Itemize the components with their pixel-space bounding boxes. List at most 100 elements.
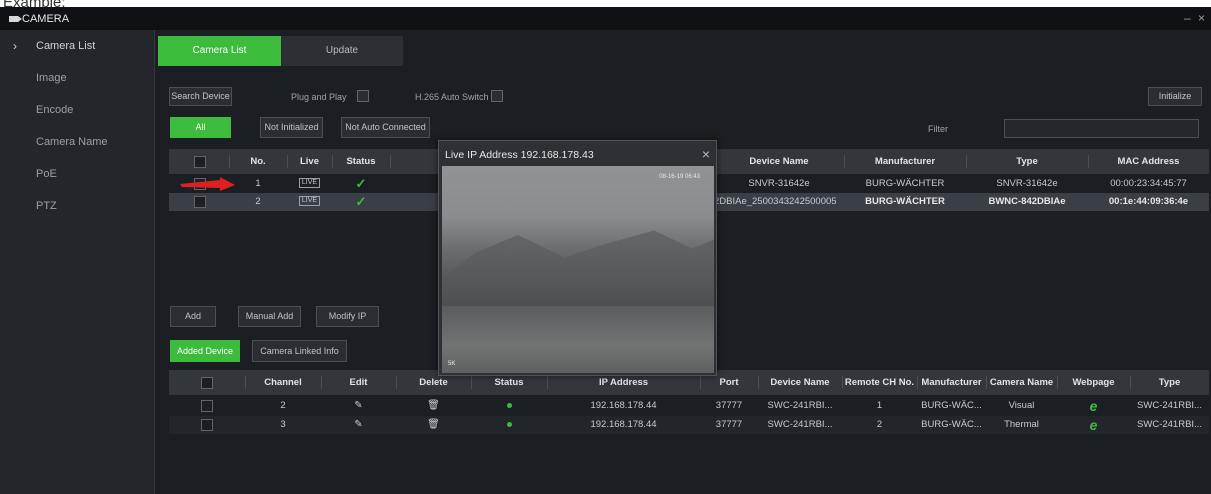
table-row[interactable]: 3 ✎ 🗑 192.168.178.44 37777 SWC-241RBI...…	[169, 416, 1209, 434]
column-header-no[interactable]: No.	[229, 149, 287, 174]
webpage-button[interactable]: e	[1057, 416, 1130, 434]
ip-address-cell: 192.168.178.44	[590, 400, 657, 411]
row-checkbox[interactable]	[201, 400, 213, 412]
manual-add-button[interactable]: Manual Add	[238, 306, 301, 327]
column-header-device-name[interactable]: Device Name	[758, 370, 842, 395]
status-cell: ✓	[332, 175, 390, 193]
column-header-status[interactable]: Status	[332, 149, 390, 174]
trash-icon: 🗑	[427, 400, 440, 411]
live-icon: LIVE	[298, 196, 321, 207]
sidebar-item-image[interactable]: Image	[0, 62, 154, 94]
not-auto-connected-button[interactable]: Not Auto Connected	[341, 117, 430, 138]
search-device-button[interactable]: Search Device	[169, 87, 232, 106]
row-number: 1	[255, 178, 261, 189]
status-cell	[471, 397, 547, 415]
sidebar-item-label: PTZ	[36, 200, 57, 212]
filter-input[interactable]	[1004, 119, 1199, 138]
sidebar-item-camera-list[interactable]: › Camera List	[0, 30, 154, 62]
edit-button[interactable]: ✎	[321, 416, 396, 434]
window-controls[interactable]: – ×	[1184, 11, 1207, 25]
filter-all-button[interactable]: All	[170, 117, 231, 138]
manufacturer-cell: BURG-WÄC...	[921, 400, 982, 411]
tab-camera-list[interactable]: Camera List	[158, 36, 281, 66]
channel-cell: 3	[280, 419, 286, 430]
row-checkbox[interactable]	[201, 419, 213, 431]
column-header-camera-name[interactable]: Camera Name	[986, 370, 1057, 395]
live-view-button[interactable]: LIVE	[287, 193, 332, 211]
h265-auto-switch-checkbox[interactable]	[491, 90, 503, 102]
device-name-cell: SNVR-31642e	[748, 178, 810, 189]
device-name-cell: 2DBIAe_2500343242500005	[714, 196, 837, 207]
plug-and-play-checkbox[interactable]	[357, 90, 369, 102]
delete-button[interactable]: 🗑	[396, 397, 471, 415]
plug-and-play-label: Plug and Play	[291, 92, 347, 102]
live-icon: LIVE	[298, 178, 321, 189]
live-video-feed: 08-16-19 06:43 5K	[442, 166, 714, 373]
column-separator	[390, 155, 391, 168]
device-name-cell: SWC-241RBI...	[767, 400, 833, 411]
arrow-shape	[180, 177, 235, 191]
edit-button[interactable]: ✎	[321, 397, 396, 415]
tab-update[interactable]: Update	[281, 36, 403, 66]
sidebar-item-camera-name[interactable]: Camera Name	[0, 126, 154, 158]
video-ground	[442, 306, 714, 373]
column-header-mac-address[interactable]: MAC Address	[1088, 149, 1209, 174]
column-header-live[interactable]: Live	[287, 149, 332, 174]
video-timestamp-overlay: 08-16-19 06:43	[659, 174, 700, 180]
add-button[interactable]: Add	[170, 306, 216, 327]
tab-camera-linked-info[interactable]: Camera Linked Info	[252, 340, 347, 362]
not-initialized-button[interactable]: Not Initialized	[260, 117, 323, 138]
sidebar-item-label: Encode	[36, 104, 74, 116]
sidebar-item-ptz[interactable]: PTZ	[0, 190, 154, 222]
table-row[interactable]: 2 ✎ 🗑 192.168.178.44 37777 SWC-241RBI...…	[169, 397, 1209, 415]
close-icon[interactable]: ×	[702, 146, 710, 162]
select-all-checkbox[interactable]	[194, 156, 206, 168]
red-annotation-arrow	[180, 177, 235, 191]
window-title: CAMERA	[22, 12, 70, 25]
column-header-device-name[interactable]: Device Name	[714, 149, 844, 174]
select-all-checkbox[interactable]	[201, 377, 213, 389]
camera-name-cell: Thermal	[1004, 419, 1039, 430]
column-header-type[interactable]: Type	[1130, 370, 1209, 395]
online-status-dot-icon	[506, 422, 512, 427]
column-header-manufacturer[interactable]: Manufacturer	[844, 149, 966, 174]
browser-icon: e	[1089, 417, 1098, 433]
sidebar-item-label: PoE	[36, 168, 57, 180]
sidebar-item-label: Image	[36, 72, 67, 84]
live-view-popup[interactable]: Live IP Address 192.168.178.43 × 08-16-1…	[438, 140, 717, 376]
title-bar: CAMERA – ×	[0, 7, 1211, 30]
initialize-button[interactable]: Initialize	[1148, 87, 1202, 106]
sidebar-item-label: Camera Name	[36, 136, 108, 148]
column-header-edit[interactable]: Edit	[321, 370, 396, 395]
manufacturer-cell: BURG-WÄC...	[921, 419, 982, 430]
status-cell: ✓	[332, 193, 390, 211]
online-check-icon: ✓	[355, 176, 367, 191]
pencil-icon: ✎	[354, 419, 363, 430]
row-checkbox[interactable]	[194, 196, 206, 208]
sidebar-item-poe[interactable]: PoE	[0, 158, 154, 190]
camera-name-cell: Visual	[1008, 400, 1035, 411]
port-cell: 37777	[715, 419, 743, 430]
sidebar-item-encode[interactable]: Encode	[0, 94, 154, 126]
tab-added-device[interactable]: Added Device	[170, 340, 240, 362]
pencil-icon: ✎	[354, 400, 363, 411]
delete-button[interactable]: 🗑	[396, 416, 471, 434]
camera-app-window: CAMERA – × › Camera List Image Encode Ca…	[0, 7, 1211, 494]
column-header-type[interactable]: Type	[966, 149, 1088, 174]
column-header-remote-ch-no[interactable]: Remote CH No.	[842, 370, 917, 395]
video-channel-overlay: 5K	[448, 361, 456, 367]
chevron-right-icon: ›	[13, 39, 17, 53]
column-header-webpage[interactable]: Webpage	[1057, 370, 1130, 395]
modify-ip-button[interactable]: Modify IP	[316, 306, 379, 327]
column-header-manufacturer[interactable]: Manufacturer	[917, 370, 986, 395]
popup-title: Live IP Address 192.168.178.43	[445, 149, 594, 161]
webpage-button[interactable]: e	[1057, 397, 1130, 415]
type-cell: SNVR-31642e	[996, 178, 1058, 189]
column-header-channel[interactable]: Channel	[245, 370, 321, 395]
channel-cell: 2	[280, 400, 286, 411]
video-hills	[442, 230, 714, 316]
type-cell: BWNC-842DBIAe	[988, 196, 1066, 207]
type-cell: SWC-241RBI...	[1137, 419, 1202, 430]
live-view-button[interactable]: LIVE	[287, 175, 332, 193]
trash-icon: 🗑	[427, 419, 440, 430]
